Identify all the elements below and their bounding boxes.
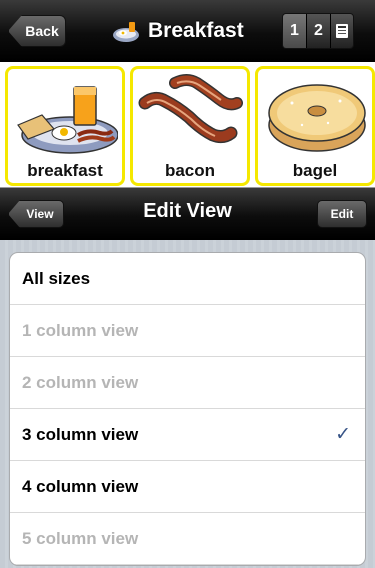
symbol-tiles-strip: breakfast bacon bagel — [0, 62, 375, 188]
option-3-column[interactable]: 3 column view ✓ — [10, 409, 365, 461]
tile-label: breakfast — [27, 161, 103, 180]
edit-button-label: Edit — [330, 207, 354, 221]
option-label: All sizes — [22, 268, 91, 288]
back-button-label: Back — [25, 23, 59, 39]
option-label: 2 column view — [22, 372, 139, 392]
book-icon — [336, 24, 348, 38]
option-label: 1 column view — [22, 320, 139, 340]
checkmark-icon: ✓ — [335, 424, 351, 445]
option-5-column: 5 column view — [10, 513, 365, 565]
option-2-column: 2 column view — [10, 357, 365, 409]
title-group: Breakfast — [112, 14, 244, 48]
segment-page-2[interactable]: 2 — [307, 14, 331, 48]
tile-label: bacon — [164, 161, 216, 180]
bagel-icon — [268, 84, 366, 152]
bacon-icon — [138, 74, 243, 144]
segment-book[interactable] — [331, 14, 353, 48]
breakfast-plate-icon — [17, 86, 118, 154]
top-nav-bar: Back Breakfast 1 2 — [0, 0, 375, 62]
view-options-list: All sizes 1 column view 2 column view 3 … — [9, 252, 366, 566]
option-4-column[interactable]: 4 column view — [10, 461, 365, 513]
edit-view-bar: View Edit View Edit — [0, 188, 375, 240]
breakfast-plate-icon — [113, 22, 139, 42]
option-label: 5 column view — [22, 528, 139, 548]
page-title: Breakfast — [148, 19, 244, 42]
segment-page-1[interactable]: 1 — [283, 14, 307, 48]
edit-button[interactable]: Edit — [317, 200, 367, 228]
option-label: 4 column view — [22, 476, 139, 496]
tile-label: bagel — [292, 161, 338, 180]
page-segmented-control: 1 2 — [282, 13, 354, 49]
tile-bagel[interactable]: bagel — [255, 66, 375, 186]
view-options-panel: All sizes 1 column view 2 column view 3 … — [0, 240, 375, 568]
back-button[interactable]: Back — [8, 15, 66, 47]
option-label: 3 column view — [22, 424, 139, 444]
option-1-column: 1 column view — [10, 305, 365, 357]
tile-bacon[interactable]: bacon — [130, 66, 250, 186]
tile-breakfast[interactable]: breakfast — [5, 66, 125, 186]
option-all-sizes[interactable]: All sizes — [10, 253, 365, 305]
